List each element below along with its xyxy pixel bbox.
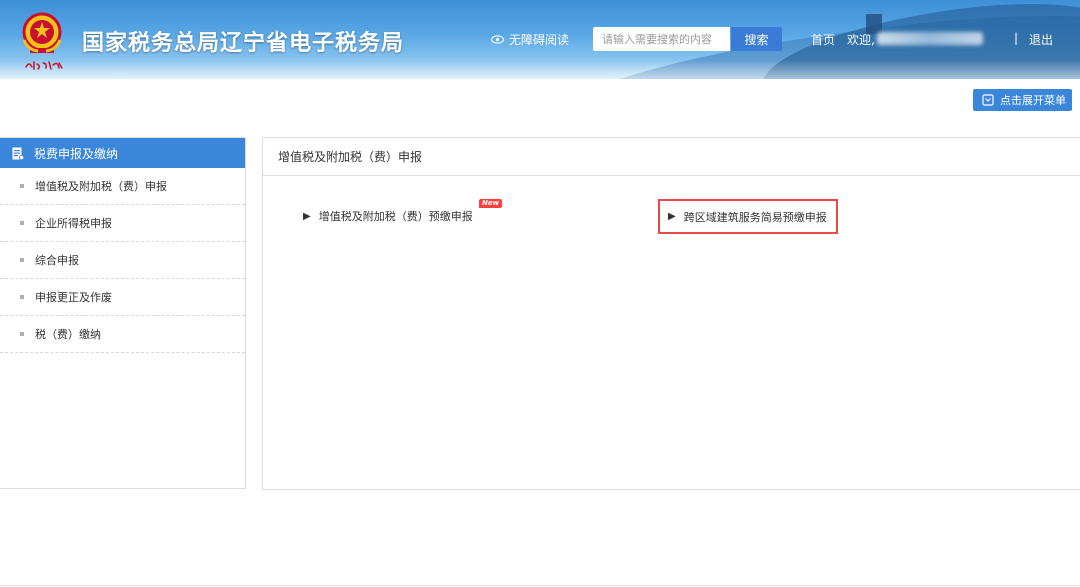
sidebar-heading[interactable]: 税费申报及缴纳 xyxy=(0,138,245,168)
seal-calligraphy-logo xyxy=(25,61,63,70)
main-panel: 增值税及附加税（费）申报 ▶ 增值税及附加税（费）预缴申报 New ▶ 跨区域建… xyxy=(262,137,1080,490)
accessibility-label: 无障碍阅读 xyxy=(509,33,570,47)
sidebar: 税费申报及缴纳 增值税及附加税（费）申报 企业所得税申报 综合申报 申报更正及作… xyxy=(0,137,246,489)
sidebar-item-comprehensive-declaration[interactable]: 综合申报 xyxy=(0,242,245,279)
triangle-right-icon: ▶ xyxy=(668,211,676,222)
entry-label: 增值税及附加税（费）预缴申报 xyxy=(318,210,473,223)
panel-title: 增值税及附加税（费）申报 xyxy=(263,138,1080,176)
bullet-icon xyxy=(20,332,24,336)
new-badge: New xyxy=(479,199,503,208)
site-header: 国家税务总局辽宁省电子税务局 无障碍阅读 搜索 首页 欢迎, | 退出 xyxy=(0,0,1080,79)
expand-menu-button[interactable]: 点击展开菜单 xyxy=(973,89,1072,111)
accessibility-reading-link[interactable]: 无障碍阅读 xyxy=(491,31,569,48)
sidebar-item-label: 税（费）缴纳 xyxy=(35,328,101,341)
search-button[interactable]: 搜索 xyxy=(731,27,782,51)
eye-icon xyxy=(491,35,504,44)
logout-link[interactable]: 退出 xyxy=(1029,31,1053,48)
sidebar-item-vat-declaration[interactable]: 增值税及附加税（费）申报 xyxy=(0,168,245,205)
vat-prepayment-declaration-link[interactable]: ▶ 增值税及附加税（费）预缴申报 xyxy=(303,208,473,224)
national-emblem-icon xyxy=(22,12,62,53)
site-title: 国家税务总局辽宁省电子税务局 xyxy=(82,31,405,56)
bullet-icon xyxy=(20,184,24,188)
sidebar-item-label: 申报更正及作废 xyxy=(35,291,112,304)
home-link[interactable]: 首页 xyxy=(811,31,835,48)
menu-icon xyxy=(982,94,994,106)
sidebar-item-label: 企业所得税申报 xyxy=(35,217,112,230)
bullet-icon xyxy=(20,295,24,299)
entry-label: 跨区域建筑服务简易预缴申报 xyxy=(683,210,827,224)
expand-menu-label: 点击展开菜单 xyxy=(1000,94,1066,107)
document-icon xyxy=(12,147,24,160)
nav-separator: | xyxy=(1014,31,1019,45)
sidebar-item-correction-void[interactable]: 申报更正及作废 xyxy=(0,279,245,316)
mist-decoration xyxy=(0,60,1080,79)
welcome-text: 欢迎, xyxy=(847,33,875,47)
user-name-redacted xyxy=(877,32,983,45)
search-input[interactable] xyxy=(593,27,730,51)
bullet-icon xyxy=(20,221,24,225)
footer-divider xyxy=(0,585,1080,586)
sidebar-item-corporate-income-tax[interactable]: 企业所得税申报 xyxy=(0,205,245,242)
sidebar-item-label: 综合申报 xyxy=(35,254,79,267)
sidebar-item-label: 增值税及附加税（费）申报 xyxy=(35,180,167,193)
triangle-right-icon: ▶ xyxy=(303,210,311,222)
sidebar-item-tax-payment[interactable]: 税（费）缴纳 xyxy=(0,316,245,353)
sidebar-heading-label: 税费申报及缴纳 xyxy=(34,146,119,161)
bullet-icon xyxy=(20,258,24,262)
cross-region-construction-prepayment-link[interactable]: ▶ 跨区域建筑服务简易预缴申报 xyxy=(658,199,838,234)
